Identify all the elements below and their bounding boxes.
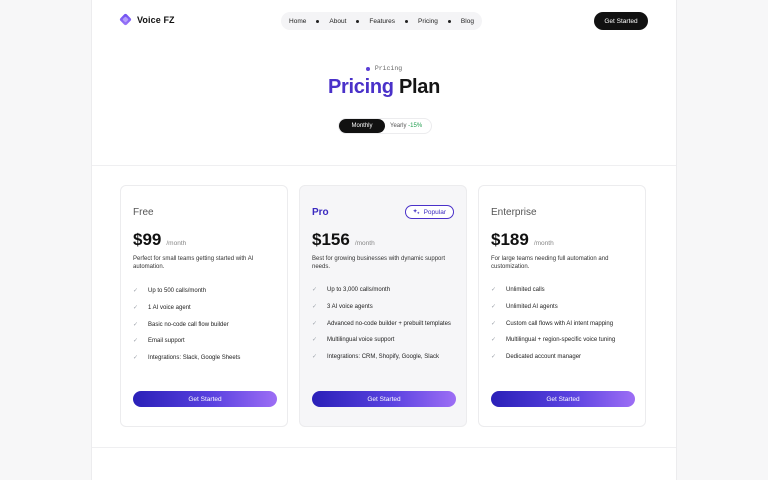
feature-text: Multilingual voice support: [327, 337, 395, 344]
page-title: Pricing Plan: [0, 76, 768, 99]
price-amount: $99: [133, 230, 162, 249]
plan-card-pro: Pro Popular $156 /month Best for growing…: [299, 185, 467, 427]
get-started-button[interactable]: Get Started: [312, 391, 456, 407]
feature-item: ✓ Email support: [133, 338, 279, 346]
plan-card-enterprise: Enterprise $189 /month For large teams n…: [478, 185, 646, 427]
feature-item: ✓ Custom call flows with AI intent mappin…: [491, 321, 637, 329]
feature-list: ✓ Up to 3,000 calls/month ✓ 3 AI voice age…: [312, 287, 458, 371]
nav-about[interactable]: About: [328, 18, 347, 25]
feature-text: Up to 500 calls/month: [148, 288, 207, 294]
toggle-monthly[interactable]: Monthly: [339, 119, 385, 133]
plan-name: Enterprise: [491, 207, 537, 218]
feature-text: Integrations: CRM, Shopify, Google, Slac…: [327, 354, 439, 361]
popular-badge: Popular: [404, 205, 454, 219]
title-accent: Pricing: [327, 76, 394, 98]
billing-toggle: Monthly Yearly -15%: [338, 118, 432, 134]
feature-text: Advanced no-code builder + prebuilt temp…: [327, 320, 451, 327]
nav-blog[interactable]: Blog: [460, 18, 475, 25]
feature-text: Unlimited AI agents: [506, 303, 558, 310]
check-icon: ✓: [491, 303, 497, 310]
feature-list: ✓ Up to 500 calls/month ✓ 1 AI voice agent…: [133, 288, 279, 372]
price-period: /month: [533, 240, 554, 247]
check-icon: ✓: [312, 320, 318, 327]
feature-item: ✓ Up to 3,000 calls/month: [312, 287, 458, 295]
feature-item: ✓ Integrations: CRM, Shopify, Google, Sla…: [312, 354, 458, 362]
plan-description: Best for growing businesses with dynamic…: [312, 256, 446, 270]
feature-item: ✓ Unlimited calls: [491, 287, 637, 295]
check-icon: ✓: [133, 355, 139, 362]
section-divider: [92, 165, 676, 166]
section-eyebrow: Pricing: [0, 65, 768, 72]
nav-separator: [405, 19, 409, 23]
feature-item: ✓ 1 AI voice agent: [133, 305, 279, 313]
toggle-yearly-label: Yearly: [390, 123, 407, 129]
feature-text: Multilingual + region-specific voice tun…: [506, 337, 616, 344]
feature-item: ✓ Multilingual + region-specific voice tu…: [491, 337, 637, 345]
price-period: /month: [354, 240, 375, 247]
logo-icon: [119, 13, 132, 26]
nav-separator: [316, 19, 320, 23]
sparkle-icon: [412, 208, 420, 217]
price-amount: $156: [312, 230, 350, 249]
plan-name: Pro: [312, 207, 329, 218]
plan-price: $99 /month: [133, 230, 186, 250]
check-icon: ✓: [312, 337, 318, 344]
eyebrow-label: Pricing: [374, 65, 403, 72]
feature-text: Unlimited calls: [506, 287, 545, 293]
check-icon: ✓: [491, 287, 497, 293]
feature-item: ✓ 3 AI voice agents: [312, 304, 458, 312]
feature-item: ✓ Integrations: Slack, Google Sheets: [133, 355, 279, 363]
check-icon: ✓: [491, 354, 497, 361]
feature-text: 3 AI voice agents: [327, 303, 373, 310]
nav-separator: [447, 19, 451, 23]
check-icon: ✓: [491, 337, 497, 344]
plan-price: $189 /month: [491, 230, 554, 250]
feature-item: ✓ Dedicated account manager: [491, 354, 637, 362]
nav-features[interactable]: Features: [368, 18, 396, 25]
feature-item: ✓ Unlimited AI agents: [491, 304, 637, 312]
feature-item: ✓ Basic no-code call flow builder: [133, 322, 279, 330]
check-icon: ✓: [312, 287, 318, 293]
check-icon: ✓: [312, 303, 318, 310]
section-divider: [92, 447, 676, 448]
feature-text: 1 AI voice agent: [148, 304, 191, 311]
feature-item: ✓ Multilingual voice support: [312, 337, 458, 345]
check-icon: ✓: [133, 288, 139, 294]
check-icon: ✓: [312, 354, 318, 361]
plan-card-free: Free $99 /month Perfect for small teams …: [120, 185, 288, 427]
check-icon: ✓: [133, 338, 139, 345]
toggle-yearly[interactable]: Yearly -15%: [385, 123, 422, 129]
eyebrow-dot-icon: [365, 66, 370, 71]
feature-text: Dedicated account manager: [506, 354, 582, 361]
feature-text: Custom call flows with AI intent mapping: [506, 320, 614, 327]
header-get-started-button[interactable]: Get Started: [594, 12, 648, 30]
nav-pricing[interactable]: Pricing: [417, 18, 439, 25]
plan-price: $156 /month: [312, 230, 375, 250]
plan-name: Free: [133, 207, 154, 218]
feature-list: ✓ Unlimited calls ✓ Unlimited AI agents ✓ C…: [491, 287, 637, 371]
nav-home[interactable]: Home: [288, 18, 307, 25]
plan-description: For large teams needing full automation …: [491, 256, 609, 270]
plan-description: Perfect for small teams getting started …: [133, 256, 254, 270]
price-period: /month: [166, 240, 187, 247]
get-started-button[interactable]: Get Started: [133, 391, 277, 407]
badge-label: Popular: [423, 208, 446, 216]
nav-separator: [356, 19, 360, 23]
feature-text: Email support: [148, 338, 185, 345]
check-icon: ✓: [491, 320, 497, 327]
title-rest: Plan: [398, 76, 440, 98]
brand-name: Voice FZ: [137, 14, 175, 25]
feature-text: Integrations: Slack, Google Sheets: [148, 355, 241, 362]
brand-logo[interactable]: Voice FZ: [119, 13, 175, 26]
main-nav: Home About Features Pricing Blog: [281, 12, 482, 30]
feature-item: ✓ Up to 500 calls/month: [133, 288, 279, 296]
yearly-discount-badge: -15%: [408, 123, 423, 129]
feature-item: ✓ Advanced no-code builder + prebuilt tem…: [312, 321, 458, 329]
price-amount: $189: [491, 230, 529, 249]
get-started-button[interactable]: Get Started: [491, 391, 635, 407]
feature-text: Basic no-code call flow builder: [148, 321, 229, 328]
check-icon: ✓: [133, 321, 139, 328]
check-icon: ✓: [133, 304, 139, 311]
feature-text: Up to 3,000 calls/month: [327, 287, 391, 293]
